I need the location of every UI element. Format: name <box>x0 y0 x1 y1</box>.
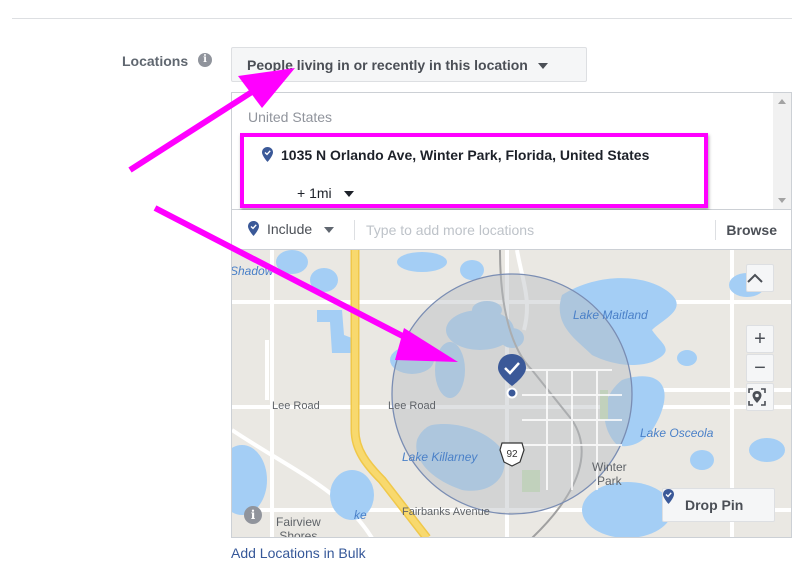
selected-locations-list: United States 1035 N Orlando Ave, Winter… <box>231 92 792 210</box>
location-search-input[interactable] <box>366 220 696 240</box>
map-label-lake-maitland: Lake Maitland <box>573 308 648 322</box>
route-92-label: 92 <box>506 449 518 460</box>
recenter-pin-icon <box>748 388 766 406</box>
road-label-lee-road: Lee Road <box>272 400 320 412</box>
browse-button[interactable]: Browse <box>726 222 777 238</box>
zoom-out-button[interactable]: − <box>746 354 774 382</box>
drop-pin-button[interactable]: Drop Pin <box>662 488 775 522</box>
caret-down-icon <box>343 191 354 198</box>
map-label-shadow: Shadow <box>231 264 274 278</box>
divider <box>715 220 716 240</box>
map-collapse-button[interactable] <box>746 264 774 292</box>
info-icon[interactable]: i <box>198 53 212 67</box>
section-divider <box>12 18 792 19</box>
map-label-ke: ke <box>354 508 367 522</box>
location-search-bar: Include Browse <box>231 210 792 250</box>
caret-down-icon <box>324 227 335 234</box>
pin-check-icon <box>248 221 259 239</box>
radius-value: + 1mi <box>297 185 332 201</box>
selected-location-address: 1035 N Orlando Ave, Winter Park, Florida… <box>281 147 650 163</box>
scroll-down-arrow-icon[interactable] <box>778 198 786 203</box>
radius-dropdown[interactable]: + 1mi <box>297 185 354 201</box>
road-label-fairbanks-avenue: Fairbanks Avenue <box>402 506 490 518</box>
town-label-winter-park: Winter Park <box>592 460 627 488</box>
scroll-up-arrow-icon[interactable] <box>778 99 786 104</box>
audience-type-dropdown[interactable]: People living in or recently in this loc… <box>231 47 587 82</box>
selected-location-item[interactable]: 1035 N Orlando Ave, Winter Park, Florida… <box>262 147 649 165</box>
recenter-button[interactable] <box>746 383 774 411</box>
map-attribution-info-icon[interactable]: i <box>244 506 262 524</box>
country-group-label: United States <box>248 109 333 125</box>
include-exclude-dropdown[interactable]: Include <box>248 221 335 239</box>
list-scrollbar[interactable] <box>773 93 791 209</box>
chevron-up-icon <box>747 273 763 283</box>
town-label-fairview-shores: Fairview Shores <box>276 515 321 538</box>
road-label-lee-road-2: Lee Road <box>388 400 436 412</box>
audience-type-label: People living in or recently in this loc… <box>247 57 528 73</box>
include-label: Include <box>267 221 313 237</box>
locations-label: Locations <box>122 53 189 69</box>
zoom-in-button[interactable]: + <box>746 325 774 353</box>
map-label-lake-killarney: Lake Killarney <box>402 450 478 464</box>
caret-down-icon <box>537 63 548 70</box>
drop-pin-label: Drop Pin <box>685 497 744 513</box>
location-map[interactable]: 92 Shadow Lake Maitland Lake Osceola Lak… <box>231 250 792 538</box>
pin-check-icon <box>262 147 273 165</box>
map-label-lake-osceola: Lake Osceola <box>640 426 714 440</box>
divider <box>354 220 355 240</box>
